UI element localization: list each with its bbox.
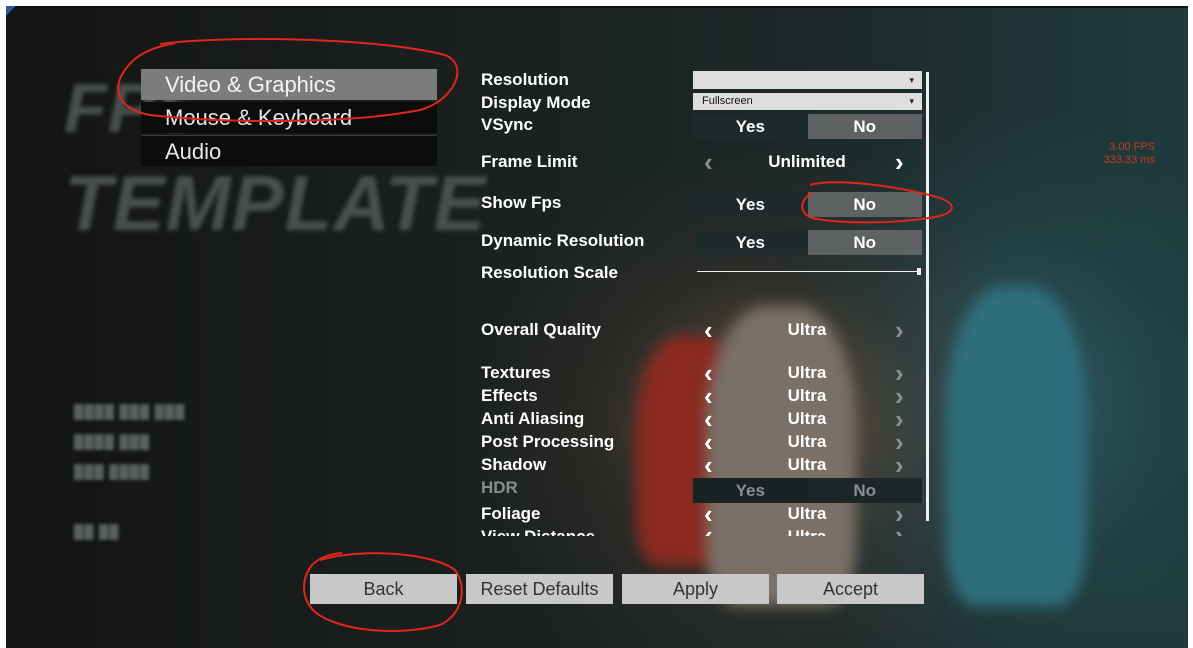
frame-time-value: 333.33 ms: [1103, 154, 1155, 166]
caret-down-icon: ▾: [909, 96, 914, 106]
background-title-line2: TEMPLATE: [64, 159, 487, 247]
chevron-right-icon[interactable]: ›: [895, 149, 904, 175]
view-distance-row-clipped: View Distance ‹ Ultra ›: [470, 527, 930, 536]
resolution-label: Resolution: [481, 70, 569, 89]
post-processing-value: Ultra: [787, 432, 827, 451]
display-mode-value: Fullscreen: [702, 95, 753, 107]
chevron-right-icon[interactable]: ›: [895, 527, 904, 536]
chevron-left-icon[interactable]: ‹: [704, 149, 713, 175]
background-menu-blur: ███ ████: [74, 464, 151, 479]
show-fps-no-option[interactable]: No: [807, 192, 922, 217]
vsync-label: VSync: [481, 115, 533, 134]
view-distance-label: View Distance: [481, 527, 595, 536]
effects-label: Effects: [481, 386, 538, 405]
show-fps-yes-option[interactable]: Yes: [693, 192, 808, 217]
overall-quality-value: Ultra: [787, 320, 827, 339]
anti-aliasing-value: Ultra: [787, 409, 827, 428]
resolution-scale-slider-thumb[interactable]: [917, 268, 921, 275]
dynamic-resolution-toggle: Yes No: [693, 230, 922, 255]
overall-quality-label: Overall Quality: [481, 320, 601, 339]
chevron-right-icon[interactable]: ›: [895, 429, 904, 455]
dynamic-resolution-no-option[interactable]: No: [807, 230, 922, 255]
hdr-toggle: Yes No: [693, 478, 922, 503]
show-fps-toggle: Yes No: [693, 192, 922, 217]
tab-video-graphics[interactable]: Video & Graphics: [141, 69, 437, 100]
top-edge: [6, 6, 1188, 8]
accept-button[interactable]: Accept: [777, 574, 924, 604]
apply-button[interactable]: Apply: [622, 574, 769, 604]
chevron-right-icon[interactable]: ›: [895, 360, 904, 386]
fps-value: 3.00 FPS: [1109, 141, 1155, 153]
reset-defaults-button[interactable]: Reset Defaults: [466, 574, 613, 604]
chevron-right-icon[interactable]: ›: [895, 406, 904, 432]
resolution-scale-label: Resolution Scale: [481, 263, 618, 282]
chevron-left-icon[interactable]: ‹: [704, 383, 713, 409]
vsync-no-option[interactable]: No: [807, 114, 922, 139]
background-figure-blue: [946, 286, 1086, 606]
chevron-left-icon[interactable]: ‹: [704, 452, 713, 478]
settings-scrollbar[interactable]: [926, 72, 929, 521]
view-distance-value: Ultra: [747, 527, 867, 536]
dynamic-resolution-yes-option[interactable]: Yes: [693, 230, 808, 255]
tab-mouse-keyboard[interactable]: Mouse & Keyboard: [141, 102, 437, 133]
frame-limit-label: Frame Limit: [481, 152, 578, 171]
tab-audio[interactable]: Audio: [141, 135, 437, 166]
show-fps-label: Show Fps: [481, 193, 562, 212]
frame-limit-value: Unlimited: [768, 152, 846, 171]
textures-label: Textures: [481, 363, 551, 382]
display-mode-dropdown[interactable]: Fullscreen ▾: [693, 93, 922, 110]
chevron-left-icon[interactable]: ‹: [704, 360, 713, 386]
vsync-toggle: Yes No: [693, 114, 922, 139]
resolution-scale-slider-track[interactable]: [697, 271, 921, 272]
post-processing-label: Post Processing: [481, 432, 615, 451]
corner-mark: [6, 6, 16, 16]
resolution-dropdown[interactable]: ▾: [693, 71, 922, 89]
chevron-right-icon[interactable]: ›: [895, 317, 904, 343]
textures-value: Ultra: [787, 363, 827, 382]
chevron-left-icon[interactable]: ‹: [704, 317, 713, 343]
chevron-right-icon[interactable]: ›: [895, 383, 904, 409]
chevron-left-icon[interactable]: ‹: [704, 527, 713, 536]
background-menu-blur: ████ ███ ███: [74, 404, 186, 419]
display-mode-label: Display Mode: [481, 93, 591, 112]
foliage-value: Ultra: [787, 504, 827, 523]
chevron-right-icon[interactable]: ›: [895, 452, 904, 478]
effects-value: Ultra: [787, 386, 827, 405]
caret-down-icon: ▾: [909, 75, 914, 85]
chevron-left-icon[interactable]: ‹: [704, 406, 713, 432]
shadow-label: Shadow: [481, 455, 547, 474]
hdr-label: HDR: [481, 478, 518, 497]
chevron-left-icon[interactable]: ‹: [704, 501, 713, 527]
dynamic-resolution-label: Dynamic Resolution: [481, 231, 645, 250]
anti-aliasing-label: Anti Aliasing: [481, 409, 585, 428]
back-button[interactable]: Back: [310, 574, 457, 604]
shadow-value: Ultra: [787, 455, 827, 474]
foliage-label: Foliage: [481, 504, 541, 523]
background-menu-blur: ██ ██: [74, 524, 120, 539]
fps-counter: 3.00 FPS 333.33 ms: [1085, 141, 1155, 167]
hdr-no-option: No: [807, 478, 922, 503]
background-menu-blur: ████ ███: [74, 434, 151, 449]
chevron-left-icon[interactable]: ‹: [704, 429, 713, 455]
vsync-yes-option[interactable]: Yes: [693, 114, 808, 139]
chevron-right-icon[interactable]: ›: [895, 501, 904, 527]
